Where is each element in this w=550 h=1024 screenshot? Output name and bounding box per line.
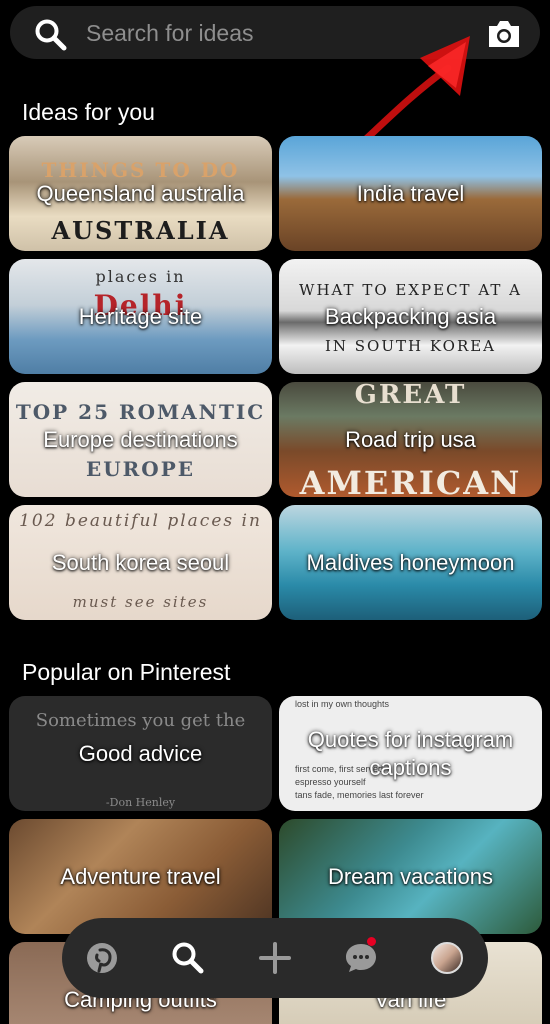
idea-tile-europe-destinations[interactable]: TOP 25 ROMANTIC EUROPE Europe destinatio… bbox=[9, 382, 272, 497]
search-icon bbox=[172, 942, 204, 974]
tile-decor-text: GREAT bbox=[354, 382, 467, 410]
tile-decor-text: EUROPE bbox=[85, 457, 195, 481]
idea-tile-road-trip-usa[interactable]: GREAT AMERICAN Road trip usa bbox=[279, 382, 542, 497]
tile-decor-text: THINGS TO DO bbox=[41, 158, 240, 182]
tile-label: India travel bbox=[356, 180, 465, 206]
tile-decor-text: lost in my own thoughts bbox=[295, 699, 390, 709]
popular-tile-adventure-travel[interactable]: Adventure travel bbox=[9, 819, 272, 934]
search-icon bbox=[35, 19, 67, 51]
tile-label: Maldives honeymoon bbox=[306, 549, 515, 575]
idea-tile-heritage-site[interactable]: places in Delhi Heritage site bbox=[9, 259, 272, 374]
popular-tile-dream-vacations[interactable]: Dream vacations bbox=[279, 819, 542, 934]
nav-search[interactable] bbox=[164, 934, 212, 982]
tile-label: Heritage site bbox=[78, 303, 203, 329]
bottom-nav bbox=[62, 918, 488, 998]
tile-label: Adventure travel bbox=[60, 863, 221, 889]
tile-decor-text: AUSTRALIA bbox=[51, 216, 230, 245]
idea-tile-india-travel[interactable]: India travel bbox=[279, 136, 542, 251]
tile-decor-text: IN SOUTH KOREA bbox=[324, 337, 497, 355]
notification-dot bbox=[367, 937, 376, 946]
idea-tile-backpacking-asia[interactable]: WHAT TO EXPECT AT A IN SOUTH KOREA Backp… bbox=[279, 259, 542, 374]
tile-label: Backpacking asia bbox=[324, 303, 497, 329]
tile-decor-text: WHAT TO EXPECT AT A bbox=[299, 281, 522, 299]
nav-create[interactable] bbox=[251, 934, 299, 982]
camera-icon[interactable] bbox=[486, 18, 522, 50]
search-bar[interactable]: Search for ideas bbox=[10, 6, 540, 59]
popular-tile-quotes-instagram[interactable]: lost in my own thoughts first come, firs… bbox=[279, 696, 542, 811]
tile-label: Dream vacations bbox=[327, 863, 494, 889]
popular-tile-good-advice[interactable]: Sometimes you get the -Don Henley Good a… bbox=[9, 696, 272, 811]
ideas-section-title: Ideas for you bbox=[22, 99, 155, 125]
tile-decor-text: 102 beautiful places in bbox=[19, 511, 262, 531]
idea-tile-queensland[interactable]: THINGS TO DO AUSTRALIA Queensland austra… bbox=[9, 136, 272, 251]
tile-label: Europe destinations bbox=[43, 426, 238, 452]
popular-section-title: Popular on Pinterest bbox=[22, 659, 231, 685]
tile-label: Good advice bbox=[78, 740, 203, 766]
nav-messages[interactable] bbox=[337, 934, 385, 982]
tile-label: Queensland australia bbox=[36, 180, 245, 206]
tile-label: Quotes for instagram captions bbox=[307, 726, 514, 780]
idea-tile-south-korea-seoul[interactable]: 102 beautiful places in must see sites S… bbox=[9, 505, 272, 620]
search-input[interactable]: Search for ideas bbox=[86, 20, 253, 47]
pinterest-logo-icon bbox=[87, 943, 117, 973]
nav-profile[interactable] bbox=[423, 934, 471, 982]
tile-decor-text: tans fade, memories last forever bbox=[295, 790, 424, 800]
tile-label: South korea seoul bbox=[51, 549, 230, 575]
ideas-grid: THINGS TO DO AUSTRALIA Queensland austra… bbox=[9, 136, 542, 620]
tile-decor-text: Sometimes you get the bbox=[35, 710, 246, 731]
tile-decor-text: places in bbox=[95, 267, 186, 286]
tile-decor-text: must see sites bbox=[72, 593, 209, 611]
nav-home[interactable] bbox=[78, 934, 126, 982]
idea-tile-maldives-honeymoon[interactable]: Maldives honeymoon bbox=[279, 505, 542, 620]
tile-decor-text: -Don Henley bbox=[105, 796, 176, 809]
profile-avatar bbox=[431, 942, 463, 974]
tile-decor-text: AMERICAN bbox=[299, 464, 522, 497]
tile-label: Road trip usa bbox=[345, 426, 476, 452]
plus-icon bbox=[259, 942, 291, 974]
chat-icon bbox=[346, 944, 376, 972]
tile-decor-text: TOP 25 ROMANTIC bbox=[15, 400, 266, 424]
